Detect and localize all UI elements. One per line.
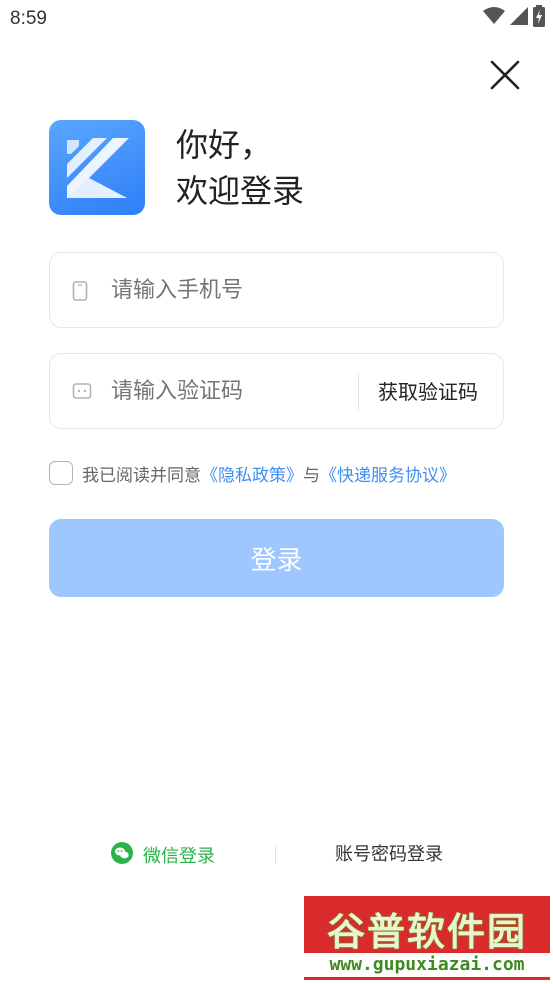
watermark-url: www.gupuxiazai.com	[304, 953, 550, 977]
verification-code-input[interactable]	[111, 376, 351, 408]
privacy-policy-link[interactable]: 《隐私政策》	[201, 466, 303, 486]
password-login-button[interactable]: 账号密码登录	[335, 840, 443, 870]
service-agreement-link[interactable]: 《快递服务协议》	[320, 466, 456, 486]
alt-login-divider	[275, 846, 276, 864]
watermark: 谷普软件园 www.gupuxiazai.com	[304, 896, 550, 980]
app-logo	[49, 120, 145, 215]
greeting-line-1: 你好，	[176, 126, 273, 164]
status-icons	[483, 5, 545, 31]
get-code-button[interactable]: 获取验证码	[378, 376, 478, 408]
signal-icon	[510, 7, 528, 29]
greeting-line-2: 欢迎登录	[176, 172, 305, 210]
agreement-row: 我已阅读并同意《隐私政策》与《快递服务协议》	[49, 460, 456, 486]
wechat-login-label: 微信登录	[143, 846, 215, 867]
phone-field[interactable]	[49, 252, 504, 328]
message-icon	[72, 382, 92, 404]
agreement-connector: 与	[303, 465, 320, 486]
login-button[interactable]: 登录	[49, 519, 504, 597]
battery-charging-icon	[533, 5, 545, 31]
wifi-icon	[483, 7, 505, 29]
wechat-icon	[111, 842, 133, 868]
wechat-login-button[interactable]: 微信登录	[111, 840, 215, 870]
status-time: 8:59	[10, 8, 47, 29]
verification-code-field[interactable]: 获取验证码	[49, 353, 504, 429]
phone-icon	[72, 281, 88, 305]
close-button[interactable]	[486, 56, 524, 94]
alt-login-row: 微信登录 账号密码登录	[0, 840, 553, 870]
close-icon	[486, 60, 524, 98]
phone-input[interactable]	[111, 275, 351, 307]
code-divider	[358, 373, 359, 411]
agreement-prefix: 我已阅读并同意	[82, 465, 201, 486]
status-bar: 8:59	[0, 0, 553, 38]
agreement-text: 我已阅读并同意《隐私政策》与《快递服务协议》	[82, 461, 456, 486]
agreement-checkbox[interactable]	[49, 461, 73, 485]
watermark-title: 谷普软件园	[326, 910, 527, 954]
greeting: 你好， 欢迎登录	[176, 122, 304, 214]
